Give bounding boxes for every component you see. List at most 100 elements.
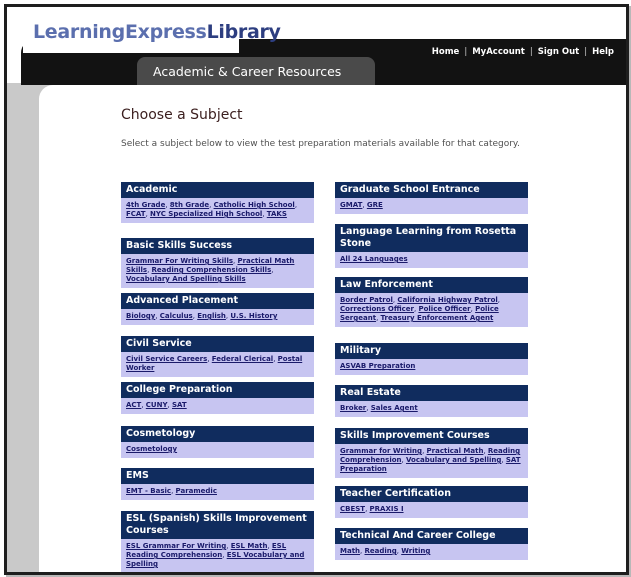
subject-links: EMT - Basic, Paramedic (126, 487, 217, 495)
subject-links: Math, Reading, Writing (340, 547, 431, 555)
page-title: Choose a Subject (121, 107, 243, 123)
subject-link-gre[interactable]: GRE (367, 201, 383, 209)
subject-heading: Skills Improvement Courses (335, 428, 528, 444)
subject-link-reading-comprehension-skills[interactable]: Reading Comprehension Skills (152, 266, 272, 274)
subject-link-corrections-officer[interactable]: Corrections Officer (340, 305, 414, 313)
subject-box-language-learning-from-rosetta-stone: Language Learning from Rosetta Stone All … (335, 224, 528, 268)
subject-links: All 24 Languages (335, 252, 528, 268)
subject-link-8th-grade[interactable]: 8th Grade (170, 201, 209, 209)
subject-link-nyc-specialized-high-school[interactable]: NYC Specialized High School (150, 210, 262, 218)
subject-box-basic-skills-success: Basic Skills Success Grammar For Writing … (121, 238, 314, 288)
subject-box-cosmetology: Cosmetology Cosmetology (121, 426, 314, 458)
logo-part2: Library (206, 21, 281, 43)
subject-links: Grammar For Writing Skills, Practical Ma… (126, 257, 295, 283)
subject-heading: Teacher Certification (335, 486, 528, 502)
subject-link-california-highway-patrol[interactable]: California Highway Patrol (397, 296, 497, 304)
page-intro: Select a subject below to view the test … (121, 139, 520, 149)
logo-tab: LearningExpressLibrary (23, 21, 281, 53)
subject-heading: Basic Skills Success (121, 238, 314, 254)
subject-links: Cosmetology (121, 442, 314, 458)
top-links: Home | MyAccount | Sign Out | Help (432, 47, 614, 57)
subject-link-police-officer[interactable]: Police Officer (418, 305, 470, 313)
subject-link-catholic-high-school[interactable]: Catholic High School (214, 201, 295, 209)
subject-box-graduate-school-entrance: Graduate School Entrance GMAT, GRE (335, 182, 528, 214)
subject-link-u-s-history[interactable]: U.S. History (230, 312, 277, 320)
logo[interactable]: LearningExpressLibrary (33, 21, 281, 43)
subject-links: ESL Grammar For Writing, ESL Math, ESL R… (126, 542, 305, 568)
subject-link-emt-basic[interactable]: EMT - Basic (126, 487, 171, 495)
subject-heading: Civil Service (121, 336, 314, 352)
subject-link-esl-math[interactable]: ESL Math (231, 542, 268, 550)
section-tab-label: Academic & Career Resources (153, 64, 342, 79)
subject-links: Border Patrol, California Highway Patrol… (340, 296, 501, 322)
subject-links: 4th Grade, 8th Grade, Catholic High Scho… (126, 201, 298, 218)
subject-heading: Law Enforcement (335, 277, 528, 293)
subject-link-biology[interactable]: Biology (126, 312, 155, 320)
subject-box-college-preparation: College Preparation ACT, CUNY, SAT (121, 382, 314, 414)
subject-link-english[interactable]: English (197, 312, 226, 320)
subject-link-taks[interactable]: TAKS (267, 210, 287, 218)
main-content: Choose a Subject Select a subject below … (39, 85, 626, 572)
subject-heading: Advanced Placement (121, 293, 314, 309)
subject-link-math[interactable]: Math (340, 547, 360, 555)
home-link[interactable]: Home (432, 47, 460, 57)
subject-box-skills-improvement-courses: Skills Improvement Courses Grammar for Wr… (335, 428, 528, 478)
separator: | (584, 47, 588, 57)
subject-link-cbest[interactable]: CBEST (340, 505, 365, 513)
subject-heading: Military (335, 343, 528, 359)
subject-link-cuny[interactable]: CUNY (146, 401, 168, 409)
subject-link-sales-agent[interactable]: Sales Agent (371, 404, 418, 412)
subject-link-all-24-languages[interactable]: All 24 Languages (340, 255, 408, 263)
subject-link-paramedic[interactable]: Paramedic (176, 487, 217, 495)
logo-part1: LearningExpress (33, 21, 207, 43)
subject-link-vocabulary-and-spelling[interactable]: Vocabulary and Spelling (406, 456, 501, 464)
subject-link-vocabulary-and-spelling-skills[interactable]: Vocabulary And Spelling Skills (126, 275, 246, 283)
subject-link-border-patrol[interactable]: Border Patrol (340, 296, 393, 304)
subject-link-asvab-preparation[interactable]: ASVAB Preparation (340, 362, 415, 370)
subject-link-esl-grammar-for-writing[interactable]: ESL Grammar For Writing (126, 542, 226, 550)
subject-links: ACT, CUNY, SAT (126, 401, 187, 409)
subject-link-broker[interactable]: Broker (340, 404, 366, 412)
subject-link-praxis-i[interactable]: PRAXIS I (370, 505, 404, 513)
subject-box-technical-and-career-college: Technical And Career College Math, Readin… (335, 528, 528, 560)
subject-heading: Real Estate (335, 385, 528, 401)
section-tab[interactable]: Academic & Career Resources (137, 57, 375, 85)
subject-link-writing[interactable]: Writing (401, 547, 430, 555)
subject-box-esl-spanish-skills-improvement-courses: ESL (Spanish) Skills Improvement Courses… (121, 511, 314, 572)
subject-box-law-enforcement: Law Enforcement Border Patrol, California… (335, 277, 528, 327)
sign-out-link[interactable]: Sign Out (538, 47, 579, 57)
subject-link-treasury-enforcement-agent[interactable]: Treasury Enforcement Agent (381, 314, 494, 322)
subject-heading: Language Learning from Rosetta Stone (335, 224, 528, 252)
subject-box-advanced-placement: Advanced Placement Biology, Calculus, Eng… (121, 293, 314, 325)
help-link[interactable]: Help (592, 47, 614, 57)
subject-link-grammar-for-writing[interactable]: Grammar for Writing (340, 447, 422, 455)
subject-link-grammar-for-writing-skills[interactable]: Grammar For Writing Skills (126, 257, 233, 265)
subject-heading: ESL (Spanish) Skills Improvement Courses (121, 511, 314, 539)
subject-links: ASVAB Preparation (335, 359, 528, 375)
subject-link-civil-service-careers[interactable]: Civil Service Careers (126, 355, 207, 363)
subject-link-fcat[interactable]: FCAT (126, 210, 146, 218)
browser-frame: LearningExpressLibrary Home | MyAccount | Si… (4, 4, 629, 575)
subject-links: CBEST, PRAXIS I (340, 505, 404, 513)
subject-link-sat[interactable]: SAT (172, 401, 187, 409)
subject-box-military: Military ASVAB Preparation (335, 343, 528, 375)
subject-box-ems: EMS EMT - Basic, Paramedic (121, 468, 314, 500)
subject-link-reading[interactable]: Reading (364, 547, 396, 555)
subject-link-cosmetology[interactable]: Cosmetology (126, 445, 177, 453)
subject-link-4th-grade[interactable]: 4th Grade (126, 201, 165, 209)
subject-box-academic: Academic 4th Grade, 8th Grade, Catholic H… (121, 182, 314, 223)
subject-links: Civil Service Careers, Federal Clerical,… (126, 355, 303, 372)
subject-links: Biology, Calculus, English, U.S. History (126, 312, 278, 320)
subject-link-gmat[interactable]: GMAT (340, 201, 362, 209)
subject-link-calculus[interactable]: Calculus (160, 312, 193, 320)
separator: | (529, 47, 533, 57)
myaccount-link[interactable]: MyAccount (472, 47, 525, 57)
subject-heading: EMS (121, 468, 314, 484)
subject-link-federal-clerical[interactable]: Federal Clerical (212, 355, 273, 363)
subject-link-act[interactable]: ACT (126, 401, 141, 409)
subject-links: GMAT, GRE (340, 201, 383, 209)
subject-link-practical-math[interactable]: Practical Math (427, 447, 484, 455)
subject-heading: College Preparation (121, 382, 314, 398)
subject-box-real-estate: Real Estate Broker, Sales Agent (335, 385, 528, 417)
subject-heading: Graduate School Entrance (335, 182, 528, 198)
